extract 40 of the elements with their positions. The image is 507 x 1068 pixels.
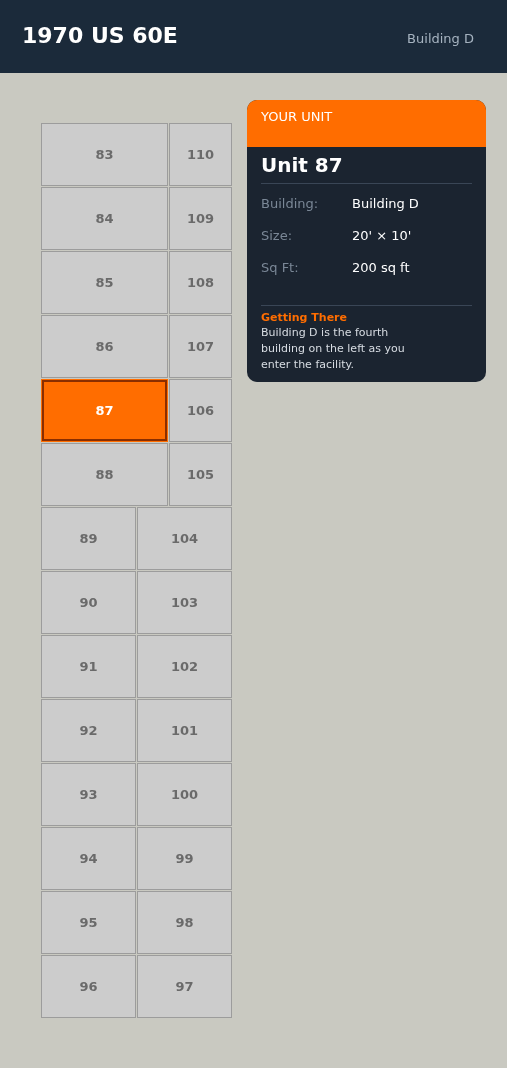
unit-cell[interactable]: 110 (169, 123, 232, 186)
unit-cell[interactable]: 92 (41, 699, 136, 762)
unit-cell[interactable]: 86 (41, 315, 168, 378)
unit-cell[interactable]: 108 (169, 251, 232, 314)
unit-cell[interactable]: 91 (41, 635, 136, 698)
unit-cell[interactable]: 97 (137, 955, 232, 1018)
unit-cell[interactable]: 102 (137, 635, 232, 698)
unit-cell[interactable]: 109 (169, 187, 232, 250)
detail-value: 200 sq ft (352, 260, 410, 275)
unit-cell[interactable]: 83 (41, 123, 168, 186)
detail-label: Building: (261, 196, 320, 211)
unit-cell[interactable]: 93 (41, 763, 136, 826)
unit-cell[interactable]: 85 (41, 251, 168, 314)
unit-cell[interactable]: 101 (137, 699, 232, 762)
unit-cell[interactable]: 100 (137, 763, 232, 826)
unit-cell[interactable]: 96 (41, 955, 136, 1018)
unit-cell[interactable]: 103 (137, 571, 232, 634)
unit-title: Unit 87 (261, 153, 472, 184)
unit-cell[interactable]: 99 (137, 827, 232, 890)
unit-cell[interactable]: 84 (41, 187, 168, 250)
unit-cell[interactable]: 107 (169, 315, 232, 378)
unit-cell[interactable]: 106 (169, 379, 232, 442)
unit-cell[interactable]: 90 (41, 571, 136, 634)
unit-cell[interactable]: 88 (41, 443, 168, 506)
card-label: YOUR UNIT (261, 109, 333, 124)
detail-value: Building D (352, 196, 419, 211)
detail-label: Sq Ft: (261, 260, 300, 275)
detail-value: 20' × 10' (352, 228, 412, 243)
building-name: Building D (407, 31, 474, 46)
unit-cell[interactable]: 87 (41, 379, 168, 442)
unit-cell[interactable]: 104 (137, 507, 232, 570)
directions-text: Building D is the fourth building on the left as you enter the facility. (261, 325, 406, 373)
unit-cell[interactable]: 89 (41, 507, 136, 570)
detail-label: Size: (261, 228, 294, 243)
unit-cell[interactable]: 94 (41, 827, 136, 890)
directions-title: Getting There (261, 311, 348, 324)
unit-cell[interactable]: 95 (41, 891, 136, 954)
facility-title: 1970 US 60E (22, 23, 178, 48)
unit-cell[interactable]: 98 (137, 891, 232, 954)
unit-cell[interactable]: 105 (169, 443, 232, 506)
